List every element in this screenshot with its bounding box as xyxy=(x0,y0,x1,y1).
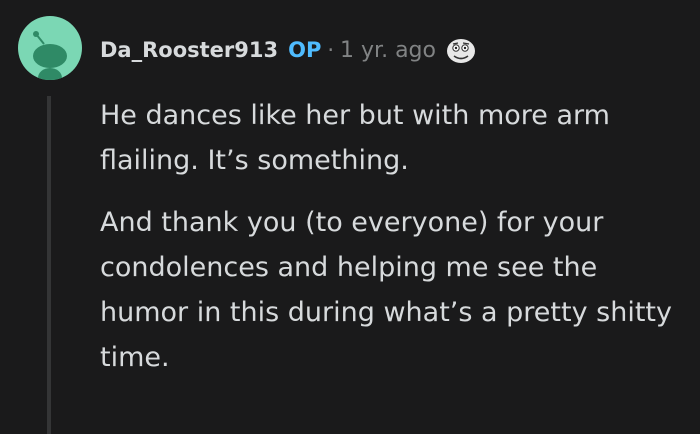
comment-paragraph-1: He dances like her but with more arm fla… xyxy=(100,100,610,176)
username-link[interactable]: Da_Rooster913 xyxy=(100,38,278,62)
comment-body: He dances like her but with more arm fla… xyxy=(100,93,690,380)
thread-line[interactable] xyxy=(47,96,51,434)
snoo-avatar-icon xyxy=(33,31,67,80)
award-face-icon[interactable] xyxy=(444,35,478,65)
timestamp-link[interactable]: 1 yr. ago xyxy=(340,38,436,63)
op-badge: OP xyxy=(288,38,322,62)
comment-paragraph-2: And thank you (to everyone) for your con… xyxy=(100,207,672,373)
comment-header: Da_Rooster913 OP · 1 yr. ago xyxy=(100,34,478,66)
user-avatar[interactable] xyxy=(18,16,82,80)
meta-separator: · xyxy=(327,38,335,62)
